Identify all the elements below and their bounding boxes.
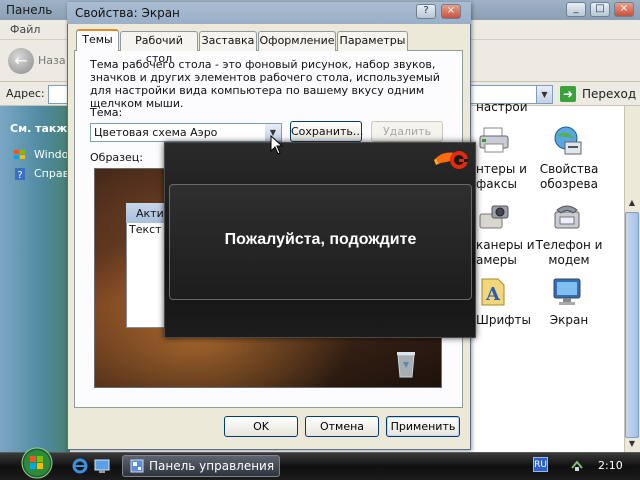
svg-text:A: A: [485, 284, 501, 305]
scanner-camera-icon[interactable]: [478, 200, 510, 232]
item-internet-options[interactable]: Свойства обозрева: [533, 162, 605, 192]
recycle-bin-icon: [396, 350, 416, 378]
go-arrow-icon[interactable]: ➜: [560, 86, 576, 102]
network-tray-icon[interactable]: [570, 458, 584, 472]
theme-label: Тема:: [90, 106, 123, 119]
themes-description: Тема рабочего стола - это фоновый рисуно…: [90, 58, 440, 110]
start-button[interactable]: [16, 446, 58, 480]
address-label: Адрес:: [6, 87, 45, 100]
list-header-fragment: настрои: [476, 100, 528, 114]
printer-icon[interactable]: [478, 124, 510, 156]
internet-options-icon[interactable]: [551, 124, 583, 156]
item-printers[interactable]: нтеры и факсы: [476, 162, 532, 192]
back-arrow-icon: ←: [14, 51, 28, 70]
language-indicator[interactable]: RU: [533, 457, 548, 472]
internet-explorer-icon[interactable]: [72, 458, 88, 474]
help-icon: ?: [14, 168, 26, 181]
windows-update-icon: [14, 150, 26, 160]
task-link-help[interactable]: Справ: [34, 167, 69, 180]
flame-g-logo-icon: [432, 147, 470, 173]
maximize-button[interactable]: □: [590, 2, 610, 17]
fonts-icon[interactable]: A: [478, 275, 510, 307]
dialog-close-button[interactable]: ×: [441, 4, 461, 19]
tab-screensaver[interactable]: Заставка: [199, 31, 257, 51]
cancel-button[interactable]: Отмена: [305, 416, 379, 437]
control-panel-title: Панель: [6, 3, 53, 17]
display-icon[interactable]: [551, 275, 583, 307]
item-fonts[interactable]: Шрифты: [476, 313, 532, 328]
back-label: Наза: [38, 54, 66, 67]
theme-select-value: Цветовая схема Аэро: [94, 126, 218, 139]
dialog-title: Свойства: Экран: [75, 6, 180, 20]
apply-button[interactable]: Применить: [386, 416, 460, 437]
close-button[interactable]: ×: [614, 2, 634, 17]
dialog-help-button[interactable]: ?: [416, 4, 436, 19]
tab-appearance[interactable]: Оформление: [258, 31, 336, 51]
tab-desktop[interactable]: Рабочий стол: [120, 31, 198, 65]
tab-themes[interactable]: Темы: [76, 29, 119, 51]
control-panel-icon: [130, 459, 144, 473]
scroll-up-button[interactable]: ▲: [625, 196, 639, 210]
delete-theme-button: Удалить: [371, 121, 443, 142]
svg-text:?: ?: [17, 170, 22, 180]
item-display[interactable]: Экран: [533, 313, 605, 328]
save-theme-button[interactable]: Сохранить...: [290, 121, 363, 142]
see-also-heading: См. также: [10, 122, 75, 135]
show-desktop-icon[interactable]: [94, 458, 110, 474]
taskbar-button-label: Панель управления: [149, 459, 275, 473]
sample-label: Образец:: [90, 151, 143, 164]
phone-modem-icon[interactable]: [551, 200, 583, 232]
menu-file[interactable]: Файл: [10, 23, 40, 36]
system-clock[interactable]: 2:10: [598, 459, 623, 472]
item-scanners-cameras[interactable]: канеры и амеры: [476, 238, 535, 268]
minimize-button[interactable]: _: [566, 2, 586, 17]
please-wait-message: Пожалуйста, подождите: [224, 231, 417, 248]
tab-settings[interactable]: Параметры: [337, 31, 408, 51]
scroll-down-button[interactable]: ▼: [625, 437, 639, 451]
go-button[interactable]: Переход: [582, 87, 636, 101]
address-dropdown-button[interactable]: ▼: [536, 86, 552, 103]
ok-button[interactable]: OK: [224, 416, 298, 437]
scrollbar-thumb[interactable]: [625, 212, 639, 438]
mouse-pointer-icon: [270, 134, 284, 155]
item-phone-modem[interactable]: Телефон и модем: [533, 238, 605, 268]
back-button[interactable]: ←: [8, 48, 34, 74]
